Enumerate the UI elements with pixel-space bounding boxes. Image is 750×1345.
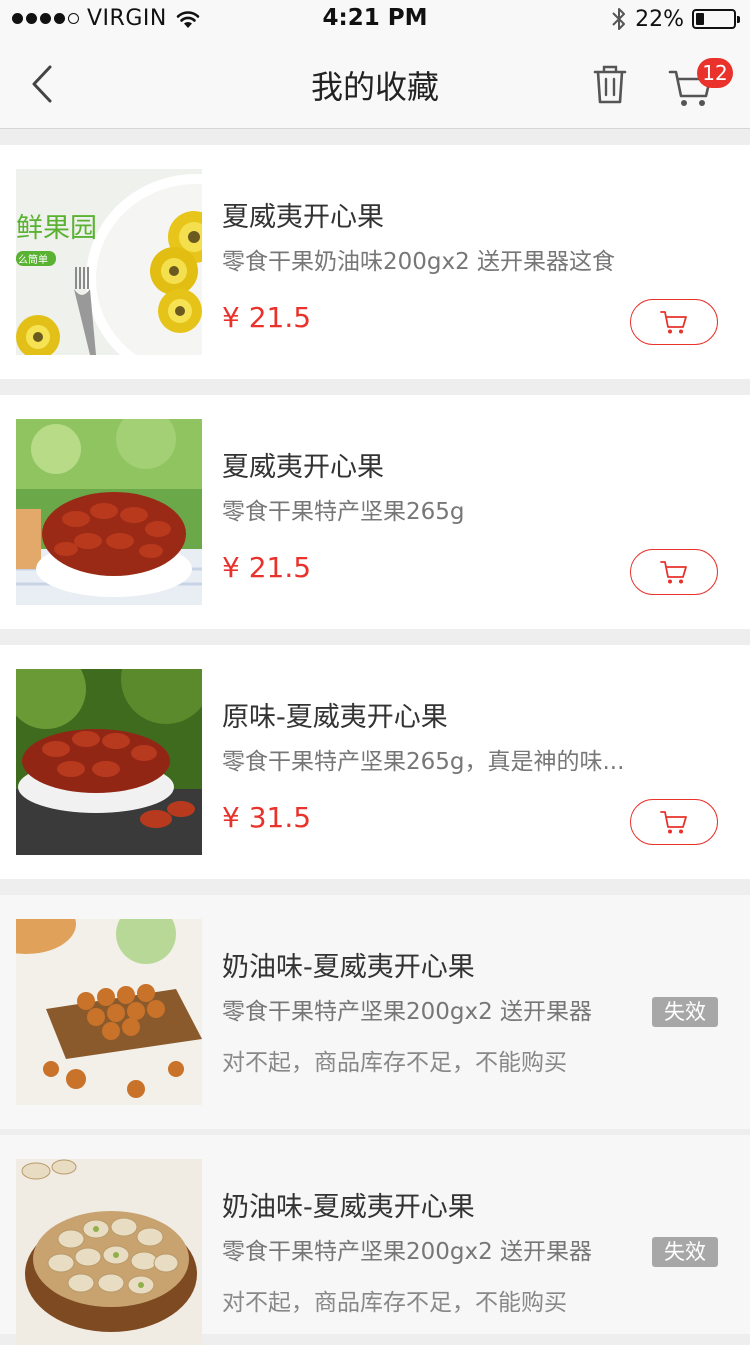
favorite-item[interactable]: 夏威夷开心果 零食干果特产坚果265g ¥ 21.5 [0, 395, 750, 629]
product-name: 奶油味-夏威夷开心果 [222, 952, 475, 983]
battery-percentage: 22% [635, 6, 684, 32]
product-name: 夏威夷开心果 [222, 202, 384, 233]
favorite-item[interactable]: 鲜果园 么筒单 夏威夷开心果 零食干果奶油味200gx2 送开果器这食 ¥ 21… [0, 145, 750, 379]
battery-icon [692, 9, 740, 29]
product-desc: 零食干果特产坚果265g [222, 499, 465, 525]
product-price: ¥ 21.5 [222, 301, 312, 334]
page-title: 我的收藏 [310, 68, 439, 106]
nav-bar: 我的收藏 12 [0, 40, 750, 129]
trash-icon[interactable] [592, 62, 628, 106]
cart-icon [660, 811, 687, 834]
bluetooth-icon [612, 8, 626, 30]
product-desc: 零食干果特产坚果200gx2 送开果器 [222, 1239, 593, 1265]
favorite-item-invalid[interactable]: 奶油味-夏威夷开心果 零食干果特产坚果200gx2 送开果器 失效 对不起，商品… [0, 895, 750, 1129]
product-price: ¥ 31.5 [222, 801, 312, 834]
product-name: 奶油味-夏威夷开心果 [222, 1192, 475, 1223]
product-image: 鲜果园 么筒单 [16, 169, 202, 355]
invalid-status-badge: 失效 [652, 1237, 718, 1267]
product-desc: 零食干果奶油味200gx2 送开果器这食 [222, 249, 616, 275]
svg-text:鲜果园: 鲜果园 [16, 213, 97, 244]
svg-text:么筒单: 么筒单 [18, 253, 48, 266]
invalid-status-badge: 失效 [652, 997, 718, 1027]
product-name: 夏威夷开心果 [222, 452, 384, 483]
product-desc: 零食干果特产坚果265g，真是神的味... [222, 749, 625, 775]
product-image [16, 419, 202, 605]
add-to-cart-button[interactable] [630, 299, 718, 345]
product-desc: 零食干果特产坚果200gx2 送开果器 [222, 999, 593, 1025]
favorite-item-invalid[interactable]: 奶油味-夏威夷开心果 零食干果特产坚果200gx2 送开果器 失效 对不起，商品… [0, 1135, 750, 1345]
add-to-cart-button[interactable] [630, 549, 718, 595]
product-image [16, 669, 202, 855]
product-price: ¥ 21.5 [222, 551, 312, 584]
product-image [16, 1159, 202, 1345]
cart-count-badge: 12 [697, 58, 733, 88]
cart-icon [660, 561, 687, 584]
cart-icon [660, 311, 687, 334]
product-image [16, 919, 202, 1105]
stock-notice: 对不起，商品库存不足，不能购买 [222, 1050, 567, 1076]
stock-notice: 对不起，商品库存不足，不能购买 [222, 1290, 567, 1316]
favorite-item[interactable]: 原味-夏威夷开心果 零食干果特产坚果265g，真是神的味... ¥ 31.5 [0, 645, 750, 879]
add-to-cart-button[interactable] [630, 799, 718, 845]
status-bar: VIRGIN 4:21 PM 22% [0, 0, 750, 40]
product-name: 原味-夏威夷开心果 [222, 702, 448, 733]
